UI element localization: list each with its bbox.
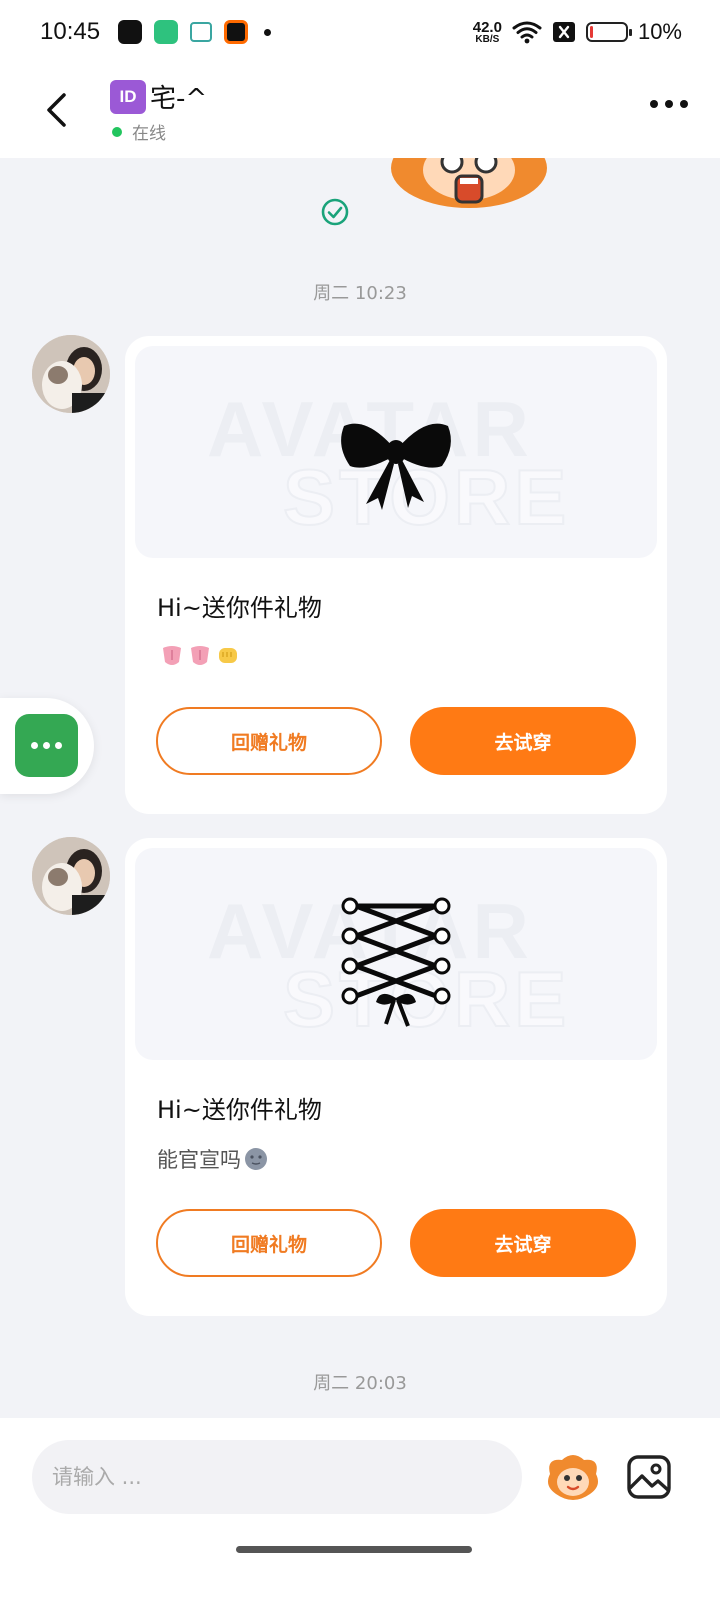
image-icon <box>627 1455 671 1499</box>
timestamp-separator: 周二 10:23 <box>313 283 407 304</box>
status-bar: 10:45 42.0 KB/S 10% <box>0 0 720 64</box>
no-sim-icon <box>552 22 575 42</box>
read-check-icon <box>321 198 349 226</box>
dot-icon <box>680 100 688 108</box>
try-on-button[interactable]: 去试穿 <box>410 707 636 775</box>
network-speed-unit: KB/S <box>475 33 500 45</box>
tongue-emoji-icon <box>163 646 181 665</box>
gift-card-title: Hi~送你件礼物 <box>157 1096 322 1124</box>
gift-card: AVATAR STORE Hi~送你件礼物 能官宣吗 回赠礼物 去试穿 <box>125 838 667 1316</box>
return-gift-button[interactable]: 回赠礼物 <box>156 1209 382 1277</box>
wifi-icon <box>512 21 542 44</box>
image-picker-button[interactable] <box>626 1454 672 1500</box>
gift-image[interactable]: AVATAR STORE <box>135 848 657 1060</box>
back-button[interactable] <box>36 88 76 132</box>
online-status-dot <box>112 126 122 137</box>
dot-icon <box>31 742 38 749</box>
status-time: 10:45 <box>40 18 101 45</box>
orange-app-icon <box>224 20 249 44</box>
return-gift-button[interactable]: 回赠礼物 <box>156 707 382 775</box>
avatar-photo-icon <box>32 837 110 915</box>
more-options-button[interactable] <box>650 100 688 108</box>
fist-bump-emoji-icon <box>219 648 237 663</box>
id-emoji-badge: ID <box>110 79 146 114</box>
gift-card-message-text: 能官宣吗 <box>157 1148 241 1172</box>
new-moon-face-emoji-icon <box>245 1148 267 1170</box>
cartoon-face-sticker-icon <box>391 158 547 208</box>
network-speed-value: 42.0 <box>472 18 502 36</box>
dot-icon <box>55 742 62 749</box>
tiktok-app-icon <box>118 20 143 44</box>
smart-home-app-icon <box>190 22 213 42</box>
message-input-bar <box>0 1418 720 1600</box>
online-status-text: 在线 <box>132 124 166 144</box>
cartoon-sticker-icon <box>548 1455 598 1500</box>
battery-icon <box>585 22 632 42</box>
gift-image[interactable]: AVATAR STORE <box>135 346 657 558</box>
lace-up-corset-icon <box>341 897 451 1027</box>
chevron-left-icon <box>47 93 66 127</box>
avatar-photo-icon <box>32 335 110 413</box>
contact-name: 宅-^ <box>150 84 208 114</box>
gift-card-message: 能官宣吗 <box>157 1144 269 1174</box>
tongue-emoji-icon <box>191 646 209 665</box>
timestamp-separator: 周二 20:03 <box>313 1373 407 1394</box>
sticker-button[interactable] <box>544 1452 602 1504</box>
contact-info[interactable]: ID 宅-^ 在线 <box>110 78 207 144</box>
gift-card-title: Hi~送你件礼物 <box>157 594 322 622</box>
notification-icons <box>118 20 272 44</box>
dot-icon <box>650 100 658 108</box>
gift-card-message <box>157 642 241 668</box>
battery-app-icon <box>154 20 179 44</box>
battery-fill <box>589 26 593 38</box>
gift-card: AVATAR STORE Hi~送你件礼物 回赠礼物 去试穿 <box>125 336 667 814</box>
message-input[interactable] <box>32 1440 522 1514</box>
network-speed: 42.0 KB/S <box>473 20 502 45</box>
floating-assistant-dock <box>0 698 94 794</box>
try-on-button[interactable]: 去试穿 <box>410 1209 636 1277</box>
floating-assistant-button[interactable] <box>15 714 78 777</box>
dot-icon <box>665 100 673 108</box>
sender-avatar[interactable] <box>32 335 110 413</box>
black-bow-icon <box>341 423 451 510</box>
previous-sticker-image[interactable] <box>390 158 548 210</box>
battery-percent: 10% <box>637 19 682 44</box>
dot-icon <box>43 742 50 749</box>
sender-avatar[interactable] <box>32 837 110 915</box>
home-indicator[interactable] <box>236 1546 472 1553</box>
more-notifications-dot-icon <box>264 28 272 36</box>
chat-header: ID 宅-^ 在线 <box>0 64 720 158</box>
